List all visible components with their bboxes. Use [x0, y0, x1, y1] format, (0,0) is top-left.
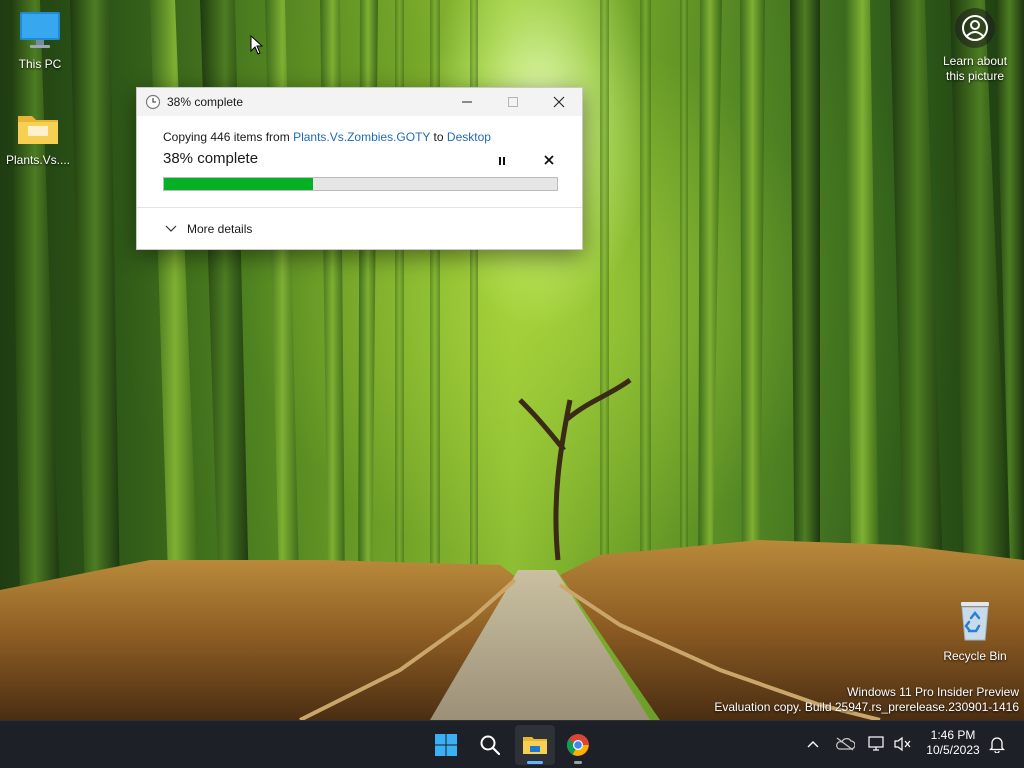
watermark-line2: Evaluation copy. Build 25947.rs_prerelea… — [714, 700, 1019, 714]
close-icon — [553, 96, 565, 108]
network-button[interactable] — [866, 733, 888, 755]
desktop-icon-this-pc[interactable]: This PC — [2, 10, 78, 71]
chevron-down-icon — [165, 225, 177, 233]
pause-icon — [499, 157, 505, 165]
minimize-icon — [462, 101, 472, 103]
windows-logo-icon — [435, 734, 457, 756]
search-icon — [480, 735, 501, 756]
chevron-up-icon — [807, 741, 819, 748]
desktop-icon-label: Plants.Vs.... — [5, 153, 71, 167]
monitor-icon — [2, 10, 78, 53]
dialog-title: 38% complete — [167, 95, 244, 109]
folder-icon — [0, 110, 76, 149]
recycle-bin-icon — [937, 598, 1013, 645]
active-indicator — [527, 761, 543, 764]
to-word: to — [430, 130, 447, 144]
cancel-icon — [544, 155, 554, 165]
copying-prefix: Copying 446 items from — [163, 130, 294, 144]
learn-about-this-picture[interactable]: Learn about this picture — [938, 8, 1012, 84]
desktop-icon-label: Recycle Bin — [943, 649, 1007, 663]
source-link[interactable]: Plants.Vs.Zombies.GOTY — [293, 130, 430, 144]
volume-button[interactable] — [892, 733, 914, 755]
clock-time: 1:46 PM — [930, 728, 976, 742]
onedrive-button[interactable] — [834, 733, 856, 755]
clock-date: 10/5/2023 — [926, 743, 980, 757]
minimize-button[interactable] — [444, 88, 490, 116]
camera-icon — [955, 8, 995, 48]
file-explorer-icon — [523, 737, 547, 754]
maximize-button[interactable] — [490, 88, 536, 116]
notifications-button[interactable] — [986, 733, 1008, 755]
pause-button[interactable] — [495, 154, 509, 168]
progress-fill — [164, 178, 314, 190]
taskbar — [0, 720, 1024, 768]
onedrive-icon — [836, 737, 855, 751]
running-indicator — [574, 761, 582, 764]
chrome-button[interactable] — [558, 725, 598, 765]
cancel-button[interactable] — [541, 152, 557, 168]
percent-complete-text: 38% complete — [163, 150, 259, 167]
mouse-pointer — [250, 34, 264, 59]
copy-description: Copying 446 items from Plants.Vs.Zombies… — [163, 130, 491, 144]
taskbar-clock[interactable]: 1:46 PM 10/5/2023 — [920, 728, 986, 758]
file-explorer-button[interactable] — [515, 725, 555, 765]
copy-progress-dialog: 38% complete Copying 446 items from Plan… — [136, 87, 583, 250]
bell-icon — [989, 737, 1005, 753]
windows-watermark: Windows 11 Pro Insider Preview Evaluatio… — [714, 685, 1019, 715]
desktop-icon-recycle-bin[interactable]: Recycle Bin — [937, 598, 1013, 663]
close-button[interactable] — [536, 88, 582, 116]
volume-muted-icon — [894, 736, 911, 752]
desktop-icon-plants-vs-zombies[interactable]: Plants.Vs.... — [0, 110, 76, 167]
watermark-line1: Windows 11 Pro Insider Preview — [847, 685, 1019, 699]
progress-clock-icon — [145, 94, 161, 110]
divider — [137, 207, 582, 208]
start-button[interactable] — [426, 725, 466, 765]
show-hidden-icons-button[interactable] — [802, 733, 824, 755]
dialog-titlebar[interactable]: 38% complete — [137, 88, 582, 116]
maximize-icon — [508, 97, 518, 107]
network-icon — [868, 736, 884, 751]
chrome-icon — [567, 734, 589, 756]
desktop-icon-label: This PC — [18, 57, 62, 71]
more-details-label: More details — [187, 222, 253, 236]
more-details-toggle[interactable]: More details — [165, 222, 252, 236]
destination-link[interactable]: Desktop — [447, 130, 491, 144]
copy-progress-bar — [163, 177, 558, 191]
learn-line2: this picture — [945, 69, 1005, 83]
search-button[interactable] — [470, 725, 510, 765]
learn-line1: Learn about — [942, 54, 1008, 68]
